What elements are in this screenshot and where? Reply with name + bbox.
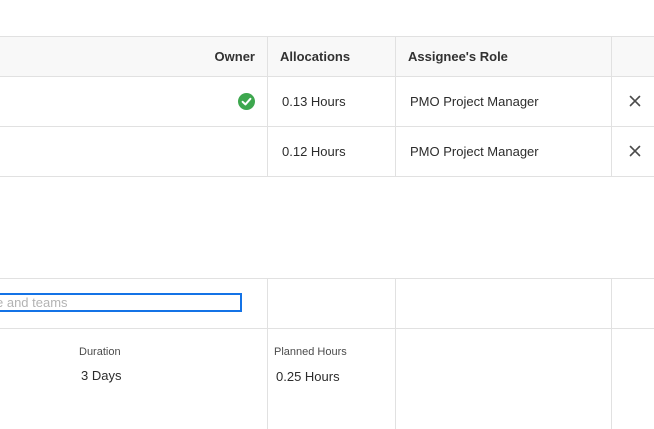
divider bbox=[611, 278, 612, 429]
duration-value: 3 Days bbox=[81, 368, 122, 383]
divider bbox=[395, 278, 396, 429]
divider bbox=[0, 76, 654, 77]
divider bbox=[0, 278, 654, 279]
allocation-value: 0.12 Hours bbox=[282, 144, 346, 159]
divider bbox=[611, 37, 612, 177]
planned-hours-label: Planned Hours bbox=[274, 346, 347, 358]
header-owner[interactable]: Owner bbox=[0, 37, 255, 76]
duration-label: Duration bbox=[79, 346, 121, 358]
planned-hours-value: 0.25 Hours bbox=[276, 369, 340, 384]
allocation-value: 0.13 Hours bbox=[282, 94, 346, 109]
role-value: PMO Project Manager bbox=[410, 94, 539, 109]
role-value: PMO Project Manager bbox=[410, 144, 539, 159]
checkmark-circle-icon bbox=[238, 93, 255, 110]
divider bbox=[267, 37, 268, 177]
divider bbox=[0, 176, 654, 177]
divider bbox=[0, 328, 654, 329]
header-assignee-role[interactable]: Assignee's Role bbox=[408, 37, 508, 76]
divider bbox=[0, 126, 654, 127]
close-icon[interactable] bbox=[627, 143, 643, 159]
divider bbox=[267, 278, 268, 429]
assignee-search-input[interactable] bbox=[0, 293, 242, 312]
close-icon[interactable] bbox=[627, 93, 643, 109]
divider bbox=[395, 37, 396, 177]
header-allocations[interactable]: Allocations bbox=[280, 37, 350, 76]
